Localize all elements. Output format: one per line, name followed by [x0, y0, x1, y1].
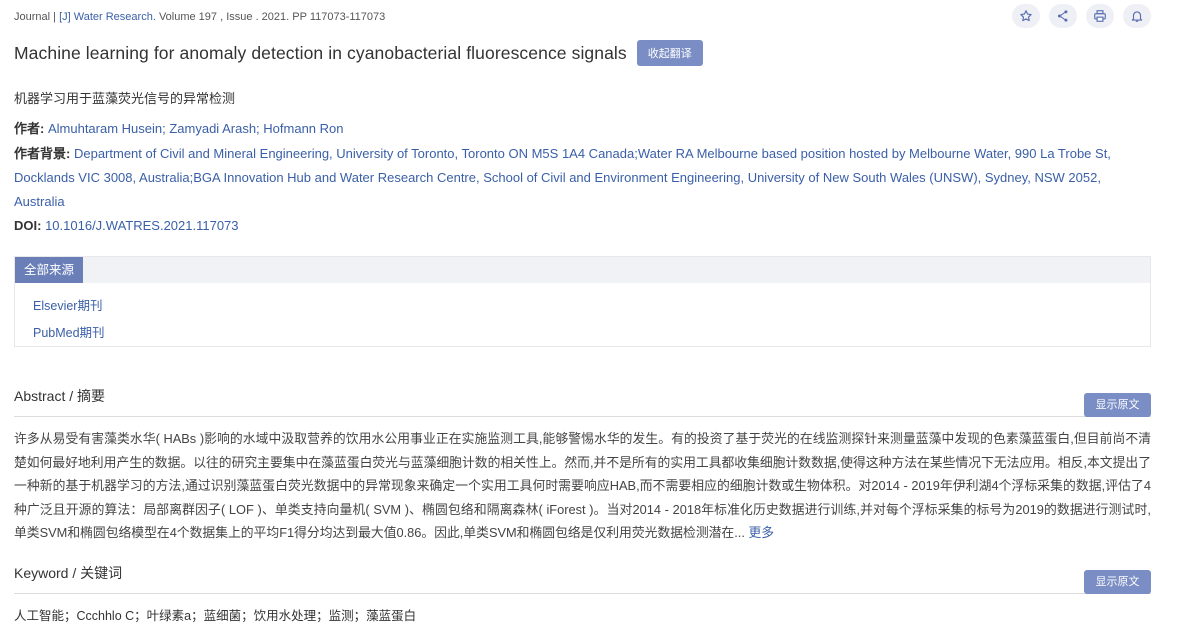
print-button[interactable] — [1086, 4, 1114, 28]
sources-panel: 全部来源 Elsevier期刊 PubMed期刊 — [14, 256, 1151, 347]
journal-volume: Volume 197 — [158, 11, 218, 23]
sources-header: 全部来源 — [15, 257, 1150, 283]
pub-type: Journal — [14, 11, 51, 23]
affiliation-row: 作者背景: Department of Civil and Mineral En… — [14, 142, 1151, 214]
journal-tag[interactable]: [J] — [59, 11, 71, 23]
show-original-abstract-button[interactable]: 显示原文 — [1084, 393, 1151, 417]
notify-button[interactable] — [1123, 4, 1151, 28]
keyword-list: 人工智能；Ccchhlo C；叶绿素a；蓝细菌；饮用水处理；监测；藻蓝蛋白 — [14, 609, 417, 623]
paper-title: Machine learning for anomaly detection i… — [14, 42, 627, 63]
doi-link[interactable]: 10.1016/J.WATRES.2021.117073 — [45, 218, 238, 233]
abstract-body: 许多从易受有害藻类水华( HABs )影响的水域中汲取营养的饮用水公用事业正在实… — [14, 431, 1151, 541]
print-icon — [1094, 10, 1106, 22]
title-translation: 机器学习用于蓝藻荧光信号的异常检测 — [14, 91, 236, 106]
abstract-title: Abstract / 摘要 — [14, 388, 106, 404]
action-toolbar — [1012, 4, 1151, 28]
authors-row: 作者: Almuhtaram Husein; Zamyadi Arash; Ho… — [14, 117, 343, 141]
authors-value[interactable]: Almuhtaram Husein; Zamyadi Arash; Hofman… — [48, 121, 344, 136]
keyword-title: Keyword / 关键词 — [14, 565, 123, 581]
more-link[interactable]: 更多 — [748, 525, 774, 540]
doi-label: DOI: — [14, 218, 42, 233]
collapse-translation-button[interactable]: 收起翻译 — [636, 40, 703, 66]
source-pubmed[interactable]: PubMed期刊 — [33, 322, 105, 341]
show-original-keyword-button[interactable]: 显示原文 — [1084, 570, 1151, 594]
affiliation-value: Department of Civil and Mineral Engineer… — [14, 146, 1111, 209]
share-button[interactable] — [1049, 4, 1077, 28]
keyword-header: Keyword / 关键词 显示原文 — [14, 558, 1151, 594]
abstract-header: Abstract / 摘要 显示原文 — [14, 380, 1151, 417]
title-row: Machine learning for anomaly detection i… — [14, 40, 703, 66]
journal-pages: PP 117073-117073 — [292, 11, 386, 23]
source-elsevier[interactable]: Elsevier期刊 — [33, 295, 102, 314]
authors-label: 作者: — [14, 121, 45, 136]
abstract-text: 许多从易受有害藻类水华( HABs )影响的水域中汲取营养的饮用水公用事业正在实… — [14, 427, 1151, 545]
journal-issue: , Issue . 2021. — [220, 11, 290, 23]
bell-icon — [1131, 11, 1143, 22]
journal-info-line: Journal | [J] Water Research. Volume 197… — [14, 11, 385, 23]
journal-name[interactable]: Water Research. — [74, 11, 156, 23]
doi-row: DOI: 10.1016/J.WATRES.2021.117073 — [14, 214, 239, 238]
separator: | — [50, 11, 60, 23]
share-icon — [1057, 10, 1068, 22]
favorite-button[interactable] — [1012, 4, 1040, 28]
star-icon — [1020, 10, 1032, 22]
affiliation-label: 作者背景: — [14, 146, 71, 161]
tab-all-sources[interactable]: 全部来源 — [15, 257, 84, 283]
